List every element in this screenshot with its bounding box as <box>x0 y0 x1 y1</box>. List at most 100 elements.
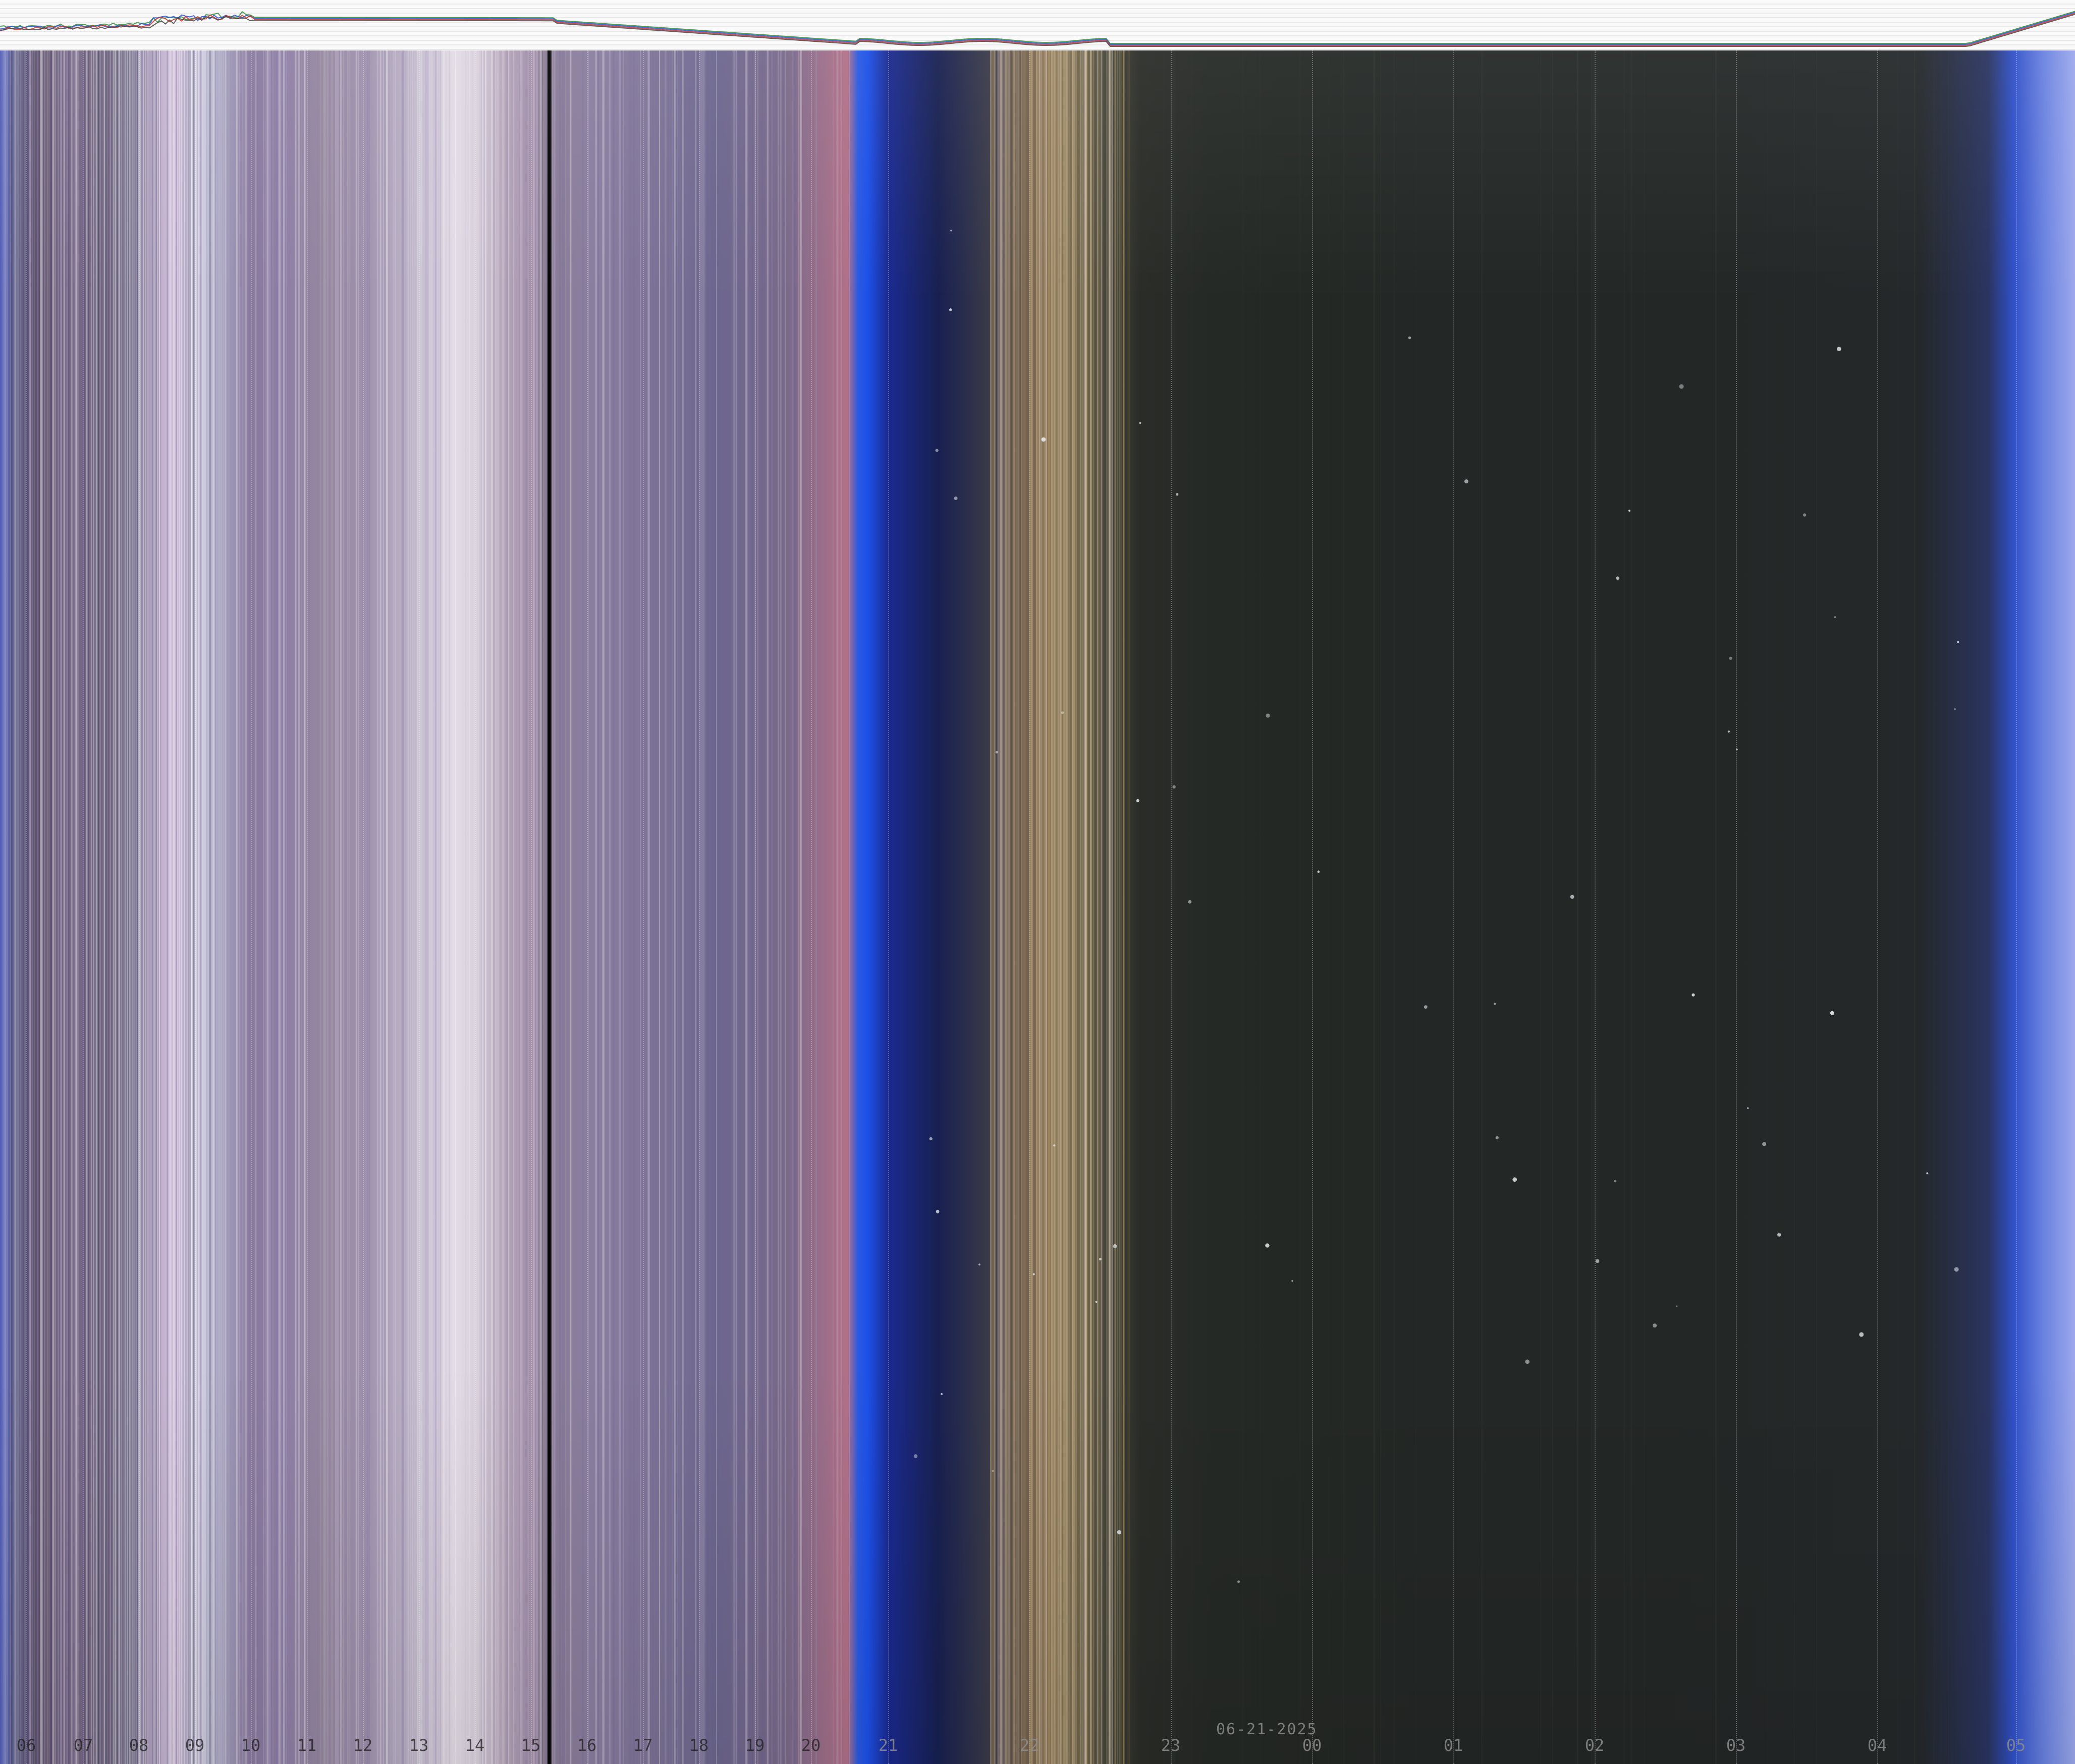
keogram-streak <box>349 50 350 1764</box>
hour-gridline <box>307 50 308 1764</box>
keogram-streak <box>502 50 504 1764</box>
keogram-streak <box>1190 50 1193 1764</box>
keogram-streak <box>175 50 178 1764</box>
keogram-streak <box>127 50 129 1764</box>
keogram-streak <box>1481 50 1483 1764</box>
keogram-streak <box>116 50 119 1764</box>
keogram-streak <box>520 50 522 1764</box>
star-dot <box>1837 347 1841 351</box>
keogram-streak <box>674 50 676 1764</box>
hour-label: 05 <box>2006 1736 2026 1755</box>
keogram-streak <box>1021 50 1022 1764</box>
keogram-streak <box>141 50 142 1764</box>
keogram-streak <box>358 50 359 1764</box>
keogram-streak <box>570 50 572 1764</box>
keogram-streak <box>158 50 159 1764</box>
keogram-streak <box>1116 50 1118 1764</box>
keogram-streak <box>495 50 497 1764</box>
keogram-streak <box>242 50 244 1764</box>
keogram-streak <box>1045 50 1047 1764</box>
star-dot <box>1512 1177 1517 1182</box>
keogram-streak <box>1098 50 1100 1764</box>
keogram-streak <box>286 50 288 1764</box>
keogram-streak <box>340 50 342 1764</box>
keogram-streak <box>1897 50 1898 1764</box>
keogram-streak <box>998 50 999 1764</box>
hour-label: 07 <box>73 1736 93 1755</box>
star-dot <box>1291 1280 1293 1282</box>
keogram-streak <box>191 50 192 1764</box>
sensor-graph-line <box>0 11 2075 44</box>
star-dot <box>992 1470 994 1472</box>
star-dot <box>1830 1011 1834 1015</box>
keogram-streak <box>454 50 456 1764</box>
keogram-streak <box>1185 50 1186 1764</box>
keogram-streak <box>648 50 650 1764</box>
keogram-streak <box>1044 50 1046 1764</box>
keogram-streak <box>1118 50 1119 1764</box>
keogram-streak <box>477 50 479 1764</box>
keogram-streak <box>32 50 33 1764</box>
keogram-streak <box>1299 50 1301 1764</box>
keogram-streak <box>258 50 261 1764</box>
keogram-streak <box>767 50 769 1764</box>
keogram-streak <box>613 50 615 1764</box>
keogram-streak <box>407 50 409 1764</box>
star-dot <box>1464 479 1468 484</box>
keogram-streak <box>228 50 230 1764</box>
hour-gridline <box>195 50 196 1764</box>
hour-label: 09 <box>185 1736 205 1755</box>
hour-gridline <box>755 50 756 1764</box>
star-dot <box>1595 1259 1600 1263</box>
hour-label: 13 <box>409 1736 429 1755</box>
keogram-streak <box>1014 50 1016 1764</box>
star-dot <box>1053 1144 1056 1147</box>
keogram-streak <box>331 50 333 1764</box>
keogram-streak <box>135 50 136 1764</box>
star-dot <box>1172 785 1176 789</box>
keogram-streak <box>1 50 3 1764</box>
keogram-streak <box>848 50 850 1764</box>
star-dot <box>995 751 998 754</box>
keogram-streak <box>837 50 839 1764</box>
keogram-streak <box>1087 50 1088 1764</box>
hour-label: 04 <box>1867 1736 1887 1755</box>
keogram-streak <box>672 50 673 1764</box>
keogram-streak <box>1109 50 1111 1764</box>
keogram-streak <box>210 50 212 1764</box>
star-dot <box>1117 1530 1121 1534</box>
star-dot <box>1188 900 1192 904</box>
keogram-streak <box>317 50 319 1764</box>
keogram-streak <box>630 50 632 1764</box>
keogram-streak <box>1048 50 1050 1764</box>
keogram-streak <box>652 50 654 1764</box>
keogram-streak <box>677 50 678 1764</box>
keogram-streak <box>12 50 14 1764</box>
star-dot <box>929 1137 933 1140</box>
hour-gridline <box>1453 50 1454 1764</box>
keogram-streak <box>1056 50 1058 1764</box>
hour-gridline <box>1595 50 1596 1764</box>
keogram-streak <box>29 50 31 1764</box>
hour-label: 00 <box>1302 1736 1322 1755</box>
hour-label: 16 <box>577 1736 597 1755</box>
keogram-streak <box>157 50 158 1764</box>
keogram-streak <box>559 50 561 1764</box>
star-dot <box>1653 1324 1657 1328</box>
star-dot <box>1691 993 1695 997</box>
keogram-streak <box>1005 50 1007 1764</box>
keogram-seam <box>548 50 551 1764</box>
keogram-streak <box>50 50 51 1764</box>
keogram-streak <box>36 50 37 1764</box>
keogram-streak <box>63 50 65 1764</box>
keogram-streak <box>425 50 427 1764</box>
keogram-streak <box>159 50 161 1764</box>
keogram-image: 06 07 08 09 10 11 12 13 14 15 16 17 18 19 20 21 22 23 00 01… <box>0 50 2075 1764</box>
hour-gridline <box>1029 50 1030 1764</box>
keogram-streak <box>376 50 378 1764</box>
keogram-streak <box>587 50 589 1764</box>
star-dot <box>1099 1257 1102 1260</box>
hour-label: 01 <box>1443 1736 1463 1755</box>
keogram-streak <box>628 50 631 1764</box>
star-dot <box>1095 1301 1098 1303</box>
